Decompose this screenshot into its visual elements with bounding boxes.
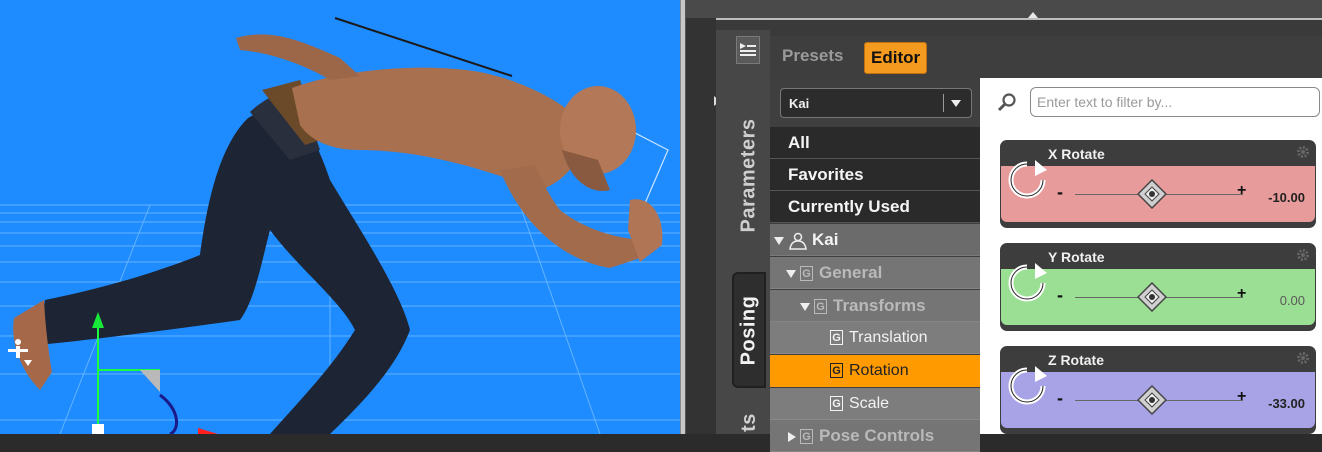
collapsed-triangle-icon[interactable] [788,431,796,442]
pane-menu-button[interactable] [736,36,760,64]
slider-knob[interactable] [1137,385,1167,415]
tree-item-transforms[interactable]: G Transforms [770,290,980,322]
group-icon: G [800,429,813,445]
figure-icon [789,232,807,250]
group-icon: G [814,299,827,315]
chevron-down-icon [951,100,961,107]
slider-increment[interactable]: + [1237,285,1246,303]
tab-parameters[interactable]: Parameters [732,100,766,250]
group-icon: G [800,266,813,282]
slider-decrement[interactable]: - [1057,182,1063,203]
tree-item-label: Kai [812,230,839,249]
slider-value[interactable]: -10.00 [1268,190,1305,205]
tree-item-label: Translation [849,329,928,346]
viewport-scene [0,17,680,434]
filter-input[interactable] [1030,87,1320,117]
pane-sidebar [686,18,716,434]
expand-triangle-icon[interactable] [786,269,796,278]
tab-editor[interactable]: Editor [864,42,928,74]
slider-body[interactable]: - + -10.00 [1001,160,1315,222]
slider-x-rotate: X Rotate - + -10.00 [1000,140,1316,228]
node-select-dropdown[interactable]: Kai [780,88,972,118]
top-strip [686,0,1322,20]
pane-menu-icon [740,43,756,56]
rotate-icon [1008,366,1047,405]
slider-increment[interactable]: + [1237,182,1246,200]
slider-body[interactable]: - + -33.00 [1001,366,1315,428]
slider-title: Z Rotate [1048,352,1104,368]
tree-item-favorites[interactable]: Favorites [770,159,980,191]
slider-value[interactable]: -33.00 [1268,396,1305,411]
tree-item-label: Transforms [833,296,926,315]
rotate-icon [1008,160,1047,199]
tree-item-label: Rotation [849,362,909,379]
gear-icon[interactable] [1296,351,1310,365]
tree-item-label: Pose Controls [819,426,935,445]
search-icon[interactable] [996,92,1018,114]
tree-item-pose-controls[interactable]: G Pose Controls [770,420,980,452]
tree-item-label: Favorites [788,165,864,184]
tree-item-scale[interactable]: G Scale [770,388,980,420]
gear-icon[interactable] [1296,248,1310,262]
tree-item-kai[interactable]: Kai [770,224,980,256]
tree-item-label: Scale [849,395,890,412]
slider-knob[interactable] [1137,179,1167,209]
slider-y-rotate: Y Rotate - + 0.00 [1000,243,1316,331]
slider-body[interactable]: - + 0.00 [1001,263,1315,325]
3d-viewport[interactable] [0,0,680,434]
slider-title: X Rotate [1048,146,1105,162]
group-icon: G [830,396,843,412]
tab-posing[interactable]: Posing [732,272,766,388]
group-icon: G [830,330,843,346]
slider-title: Y Rotate [1048,249,1105,265]
tree-item-currently-used[interactable]: Currently Used [770,191,980,223]
slider-increment[interactable]: + [1237,388,1246,406]
tree-item-translation[interactable]: G Translation [770,322,980,354]
gear-icon[interactable] [1296,145,1310,159]
tab-posing-label: Posing [737,295,760,365]
tab-lights[interactable]: ts [732,402,766,442]
parameters-pane: Parameters Posing ts Presets Editor Kai … [686,0,1322,452]
tab-presets[interactable]: Presets [782,46,843,66]
slider-decrement[interactable]: - [1057,388,1063,409]
collapse-notch-icon[interactable] [1028,12,1038,18]
tree-item-label: General [819,263,883,282]
group-icon: G [830,363,843,379]
pane-header [770,36,1322,78]
expand-triangle-icon[interactable] [774,236,784,245]
slider-knob[interactable] [1137,282,1167,312]
dropdown-separator [943,94,944,112]
node-select-value: Kai [789,96,810,111]
tree-item-label: All [788,133,810,152]
tab-parameters-label: Parameters [737,118,760,232]
slider-z-rotate: Z Rotate - + -33.00 [1000,346,1316,434]
tab-lights-label: ts [737,412,760,432]
slider-value[interactable]: 0.00 [1280,293,1305,308]
rotate-icon [1008,263,1047,302]
slider-decrement[interactable]: - [1057,285,1063,306]
expand-triangle-icon[interactable] [800,302,810,311]
tree-item-general[interactable]: G General [770,257,980,289]
tree-item-label: Currently Used [788,197,910,216]
tree-item-all[interactable]: All [770,127,980,159]
tree-item-rotation[interactable]: G Rotation [770,355,980,387]
